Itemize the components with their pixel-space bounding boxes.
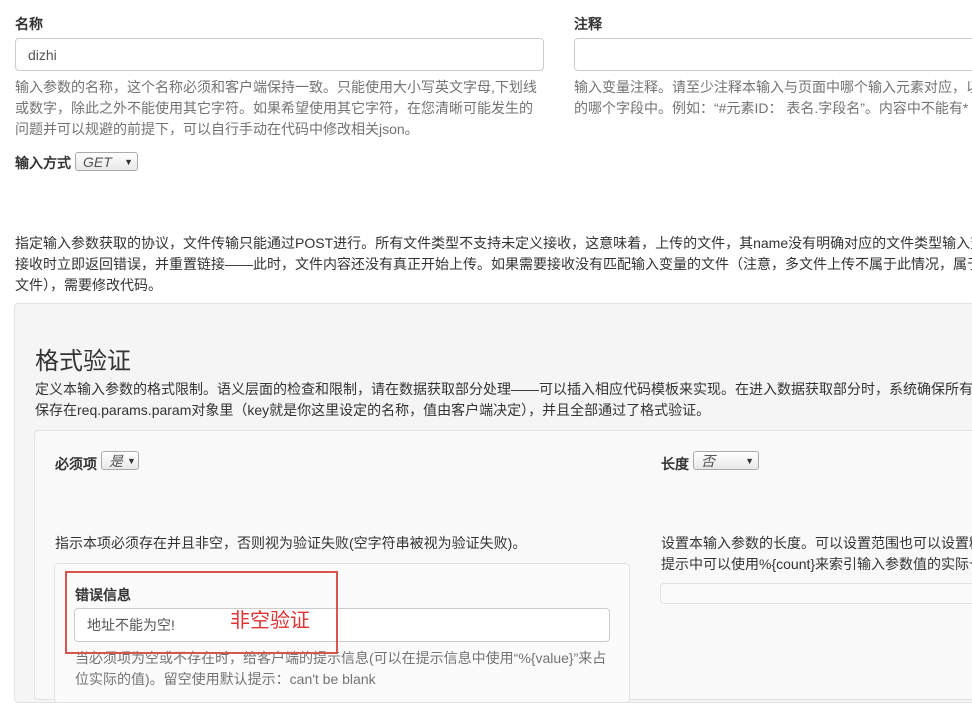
- length-help: 设置本输入参数的长度。可以设置范围也可以设置精 提示中可以使用%{count}来…: [661, 533, 972, 575]
- length-options-panel: [660, 583, 972, 604]
- name-input[interactable]: dizhi: [15, 38, 544, 71]
- length-help-line: 设置本输入参数的长度。可以设置范围也可以设置精: [661, 535, 972, 551]
- format-desc-line: 定义本输入参数的格式限制。语义层面的检查和限制，请在数据获取部分处理——可以插入…: [35, 381, 972, 397]
- input-method-label: 输入方式: [15, 155, 71, 171]
- length-select[interactable]: 否 ▼: [693, 451, 759, 470]
- required-select[interactable]: 是 ▼: [101, 451, 139, 470]
- comment-input[interactable]: [574, 38, 972, 71]
- name-input-value: dizhi: [28, 46, 57, 63]
- input-method-help-line: 指定输入参数获取的协议，文件传输只能通过POST进行。所有文件类型不支持未定义接…: [15, 235, 972, 251]
- comment-help: 输入变量注释。请至少注释本输入与页面中哪个输入元素对应，以 的哪个字段中。例如：…: [574, 77, 972, 119]
- length-help-line: 提示中可以使用%{count}来索引输入参数值的实际长: [661, 556, 972, 572]
- comment-help-line: 的哪个字段中。例如：“#元素ID： 表名.字段名”。内容中不能有*: [574, 100, 969, 116]
- comment-label: 注释: [574, 16, 602, 32]
- name-help: 输入参数的名称，这个名称必须和客户端保持一致。只能使用大小写英文字母,下划线 或…: [15, 77, 537, 140]
- name-label: 名称: [15, 16, 43, 32]
- required-label: 必须项: [55, 456, 97, 472]
- chevron-down-icon: ▼: [127, 455, 136, 466]
- name-help-line: 或数字，除此之外不能使用其它字符。如果希望使用其它字符，在您清晰可能发生的: [15, 100, 533, 116]
- length-label: 长度: [661, 456, 689, 472]
- input-method-help-line: 接收时立即返回错误，并重置链接——此时，文件内容还没有真正开始上传。如果需要接收…: [15, 256, 972, 272]
- input-method-value: GET: [83, 153, 112, 170]
- length-value: 否: [701, 452, 715, 469]
- chevron-down-icon: ▼: [745, 455, 754, 466]
- annotation-text: 非空验证: [230, 610, 310, 632]
- error-message-help: 当必须项为空或不存在时，给客户端的提示信息(可以在提示信息中使用“%{value…: [75, 648, 606, 690]
- name-help-line: 问题并可以规避的前提下，可以自行手动在代码中修改相关json。: [15, 121, 419, 137]
- input-method-help-line: 文件），需要修改代码。: [15, 277, 162, 293]
- comment-help-line: 输入变量注释。请至少注释本输入与页面中哪个输入元素对应，以: [574, 79, 972, 95]
- input-method-select[interactable]: GET ▼: [75, 152, 138, 171]
- required-help: 指示本项必须存在并且非空，否则视为验证失败(空字符串被视为验证失败)。: [55, 535, 527, 551]
- format-desc-line: 保存在req.params.param对象里（key就是你这里设定的名称，值由客…: [35, 402, 711, 418]
- required-value: 是: [109, 452, 123, 469]
- input-method-help: 指定输入参数获取的协议，文件传输只能通过POST进行。所有文件类型不支持未定义接…: [15, 233, 972, 296]
- format-validation-title: 格式验证: [35, 348, 131, 375]
- format-validation-desc: 定义本输入参数的格式限制。语义层面的检查和限制，请在数据获取部分处理——可以插入…: [35, 379, 972, 421]
- name-help-line: 输入参数的名称，这个名称必须和客户端保持一致。只能使用大小写英文字母,下划线: [15, 79, 537, 95]
- chevron-down-icon: ▼: [124, 156, 133, 167]
